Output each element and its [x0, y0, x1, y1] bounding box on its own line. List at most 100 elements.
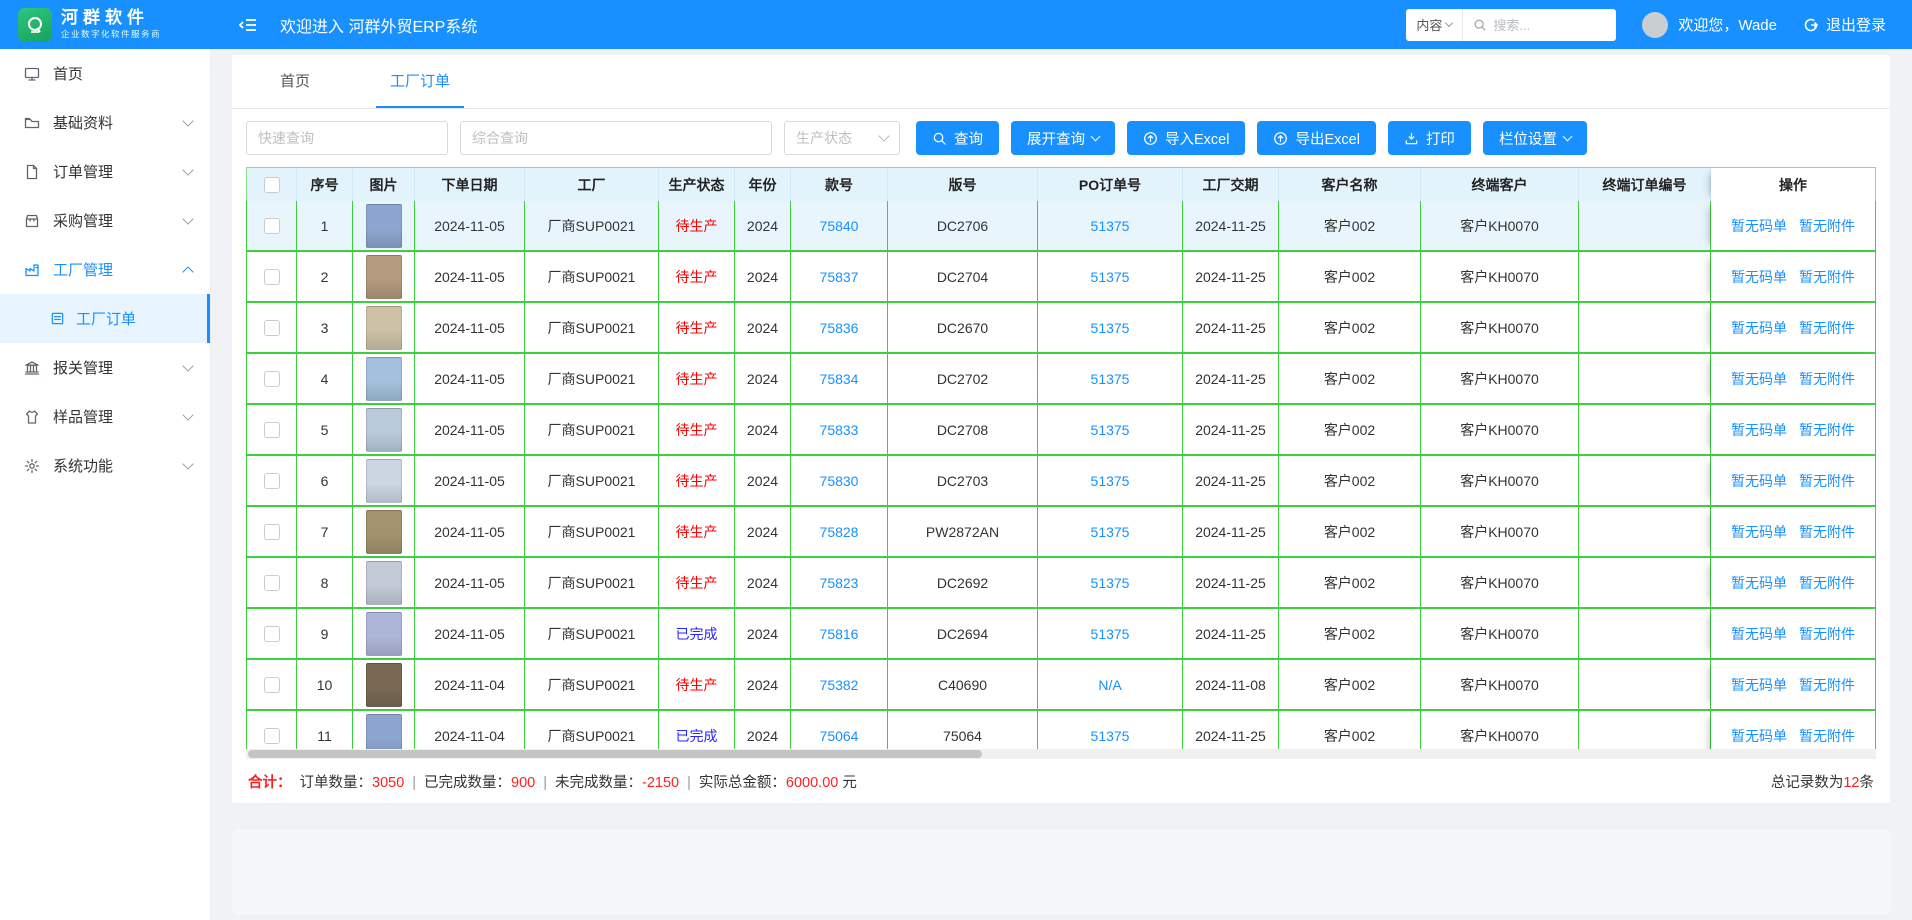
- quick-search-input[interactable]: [246, 121, 448, 155]
- sidebar-item-2[interactable]: 基础资料: [0, 98, 210, 147]
- row-checkbox[interactable]: [264, 422, 280, 438]
- tab-2[interactable]: 工厂订单: [376, 55, 464, 108]
- action-link[interactable]: 暂无码单: [1731, 267, 1787, 287]
- table-row[interactable]: 22024-11-05厂商SUP0021待生产202475837DC270451…: [247, 252, 1875, 303]
- style-no-link[interactable]: 75816: [820, 626, 859, 642]
- action-link[interactable]: 暂无附件: [1799, 318, 1855, 338]
- action-link[interactable]: 暂无附件: [1799, 471, 1855, 491]
- action-link[interactable]: 暂无码单: [1731, 624, 1787, 644]
- po-no-link[interactable]: 51375: [1091, 371, 1130, 387]
- product-image[interactable]: [366, 663, 402, 707]
- action-link[interactable]: 暂无附件: [1799, 675, 1855, 695]
- product-image[interactable]: [366, 714, 402, 750]
- table-row[interactable]: 102024-11-04厂商SUP0021待生产202475382C40690N…: [247, 660, 1875, 711]
- row-checkbox[interactable]: [264, 728, 280, 744]
- action-link[interactable]: 暂无附件: [1799, 420, 1855, 440]
- table-row[interactable]: 112024-11-04厂商SUP0021已完成2024750647506451…: [247, 711, 1875, 749]
- tab-1[interactable]: 首页: [266, 55, 324, 108]
- style-no-link[interactable]: 75834: [820, 371, 859, 387]
- toolbar-button-6[interactable]: 栏位设置: [1483, 121, 1587, 155]
- style-no-link[interactable]: 75836: [820, 320, 859, 336]
- action-link[interactable]: 暂无附件: [1799, 522, 1855, 542]
- style-no-link[interactable]: 75837: [820, 269, 859, 285]
- row-checkbox[interactable]: [264, 218, 280, 234]
- sidebar-item-6[interactable]: 报关管理: [0, 343, 210, 392]
- row-checkbox[interactable]: [264, 320, 280, 336]
- product-image[interactable]: [366, 306, 402, 350]
- sidebar-item-8[interactable]: 系统功能: [0, 441, 210, 490]
- toolbar-button-5[interactable]: 打印: [1388, 121, 1471, 155]
- product-image[interactable]: [366, 357, 402, 401]
- product-image[interactable]: [366, 204, 402, 248]
- action-link[interactable]: 暂无码单: [1731, 369, 1787, 389]
- row-checkbox[interactable]: [264, 677, 280, 693]
- toolbar-button-4[interactable]: 导出Excel: [1257, 121, 1375, 155]
- sidebar-item-3[interactable]: 订单管理: [0, 147, 210, 196]
- action-link[interactable]: 暂无附件: [1799, 369, 1855, 389]
- table-row[interactable]: 42024-11-05厂商SUP0021待生产202475834DC270251…: [247, 354, 1875, 405]
- po-no-link[interactable]: 51375: [1091, 422, 1130, 438]
- table-row[interactable]: 52024-11-05厂商SUP0021待生产202475833DC270851…: [247, 405, 1875, 456]
- row-checkbox[interactable]: [264, 371, 280, 387]
- style-no-link[interactable]: 75828: [820, 524, 859, 540]
- sidebar-item-5[interactable]: 工厂管理: [0, 245, 210, 294]
- sidebar-collapse-icon[interactable]: [238, 16, 258, 34]
- po-no-link[interactable]: 51375: [1091, 320, 1130, 336]
- style-no-link[interactable]: 75833: [820, 422, 859, 438]
- row-checkbox[interactable]: [264, 269, 280, 285]
- row-checkbox[interactable]: [264, 575, 280, 591]
- action-link[interactable]: 暂无附件: [1799, 267, 1855, 287]
- style-no-link[interactable]: 75064: [820, 728, 859, 744]
- style-no-link[interactable]: 75830: [820, 473, 859, 489]
- table-row[interactable]: 72024-11-05厂商SUP0021待生产202475828PW2872AN…: [247, 507, 1875, 558]
- action-link[interactable]: 暂无码单: [1731, 573, 1787, 593]
- search-input[interactable]: 搜索...: [1463, 15, 1616, 34]
- sidebar-item-4[interactable]: 采购管理: [0, 196, 210, 245]
- product-image[interactable]: [366, 561, 402, 605]
- logout-button[interactable]: 退出登录: [1803, 14, 1886, 35]
- action-link[interactable]: 暂无附件: [1799, 573, 1855, 593]
- po-no-link[interactable]: 51375: [1091, 524, 1130, 540]
- po-no-link[interactable]: 51375: [1091, 269, 1130, 285]
- product-image[interactable]: [366, 612, 402, 656]
- table-row[interactable]: 12024-11-05厂商SUP0021待生产202475840DC270651…: [247, 201, 1875, 252]
- action-link[interactable]: 暂无码单: [1731, 420, 1787, 440]
- po-no-link[interactable]: 51375: [1091, 218, 1130, 234]
- select-all-checkbox[interactable]: [264, 177, 280, 193]
- table-row[interactable]: 32024-11-05厂商SUP0021待生产202475836DC267051…: [247, 303, 1875, 354]
- action-link[interactable]: 暂无附件: [1799, 726, 1855, 746]
- action-link[interactable]: 暂无码单: [1731, 675, 1787, 695]
- po-no-link[interactable]: 51375: [1091, 728, 1130, 744]
- table-row[interactable]: 82024-11-05厂商SUP0021待生产202475823DC269251…: [247, 558, 1875, 609]
- action-link[interactable]: 暂无码单: [1731, 318, 1787, 338]
- action-link[interactable]: 暂无附件: [1799, 624, 1855, 644]
- row-checkbox[interactable]: [264, 626, 280, 642]
- search-category-select[interactable]: 内容: [1406, 9, 1463, 41]
- product-image[interactable]: [366, 408, 402, 452]
- sidebar-item-1[interactable]: 首页: [0, 49, 210, 98]
- combined-search-input[interactable]: [460, 121, 772, 155]
- toolbar-button-1[interactable]: 查询: [916, 121, 999, 155]
- row-checkbox[interactable]: [264, 524, 280, 540]
- po-no-link[interactable]: 51375: [1091, 626, 1130, 642]
- row-checkbox[interactable]: [264, 473, 280, 489]
- table-row[interactable]: 62024-11-05厂商SUP0021待生产202475830DC270351…: [247, 456, 1875, 507]
- product-image[interactable]: [366, 510, 402, 554]
- toolbar-button-2[interactable]: 展开查询: [1011, 121, 1115, 155]
- po-no-link[interactable]: 51375: [1091, 473, 1130, 489]
- toolbar-button-3[interactable]: 导入Excel: [1127, 121, 1245, 155]
- product-image[interactable]: [366, 459, 402, 503]
- po-no-link[interactable]: N/A: [1098, 677, 1121, 693]
- action-link[interactable]: 暂无附件: [1799, 216, 1855, 236]
- product-image[interactable]: [366, 255, 402, 299]
- production-status-select[interactable]: 生产状态: [784, 121, 900, 155]
- style-no-link[interactable]: 75382: [820, 677, 859, 693]
- po-no-link[interactable]: 51375: [1091, 575, 1130, 591]
- action-link[interactable]: 暂无码单: [1731, 471, 1787, 491]
- style-no-link[interactable]: 75823: [820, 575, 859, 591]
- action-link[interactable]: 暂无码单: [1731, 726, 1787, 746]
- table-row[interactable]: 92024-11-05厂商SUP0021已完成202475816DC269451…: [247, 609, 1875, 660]
- action-link[interactable]: 暂无码单: [1731, 216, 1787, 236]
- scrollbar-thumb[interactable]: [248, 750, 982, 758]
- style-no-link[interactable]: 75840: [820, 218, 859, 234]
